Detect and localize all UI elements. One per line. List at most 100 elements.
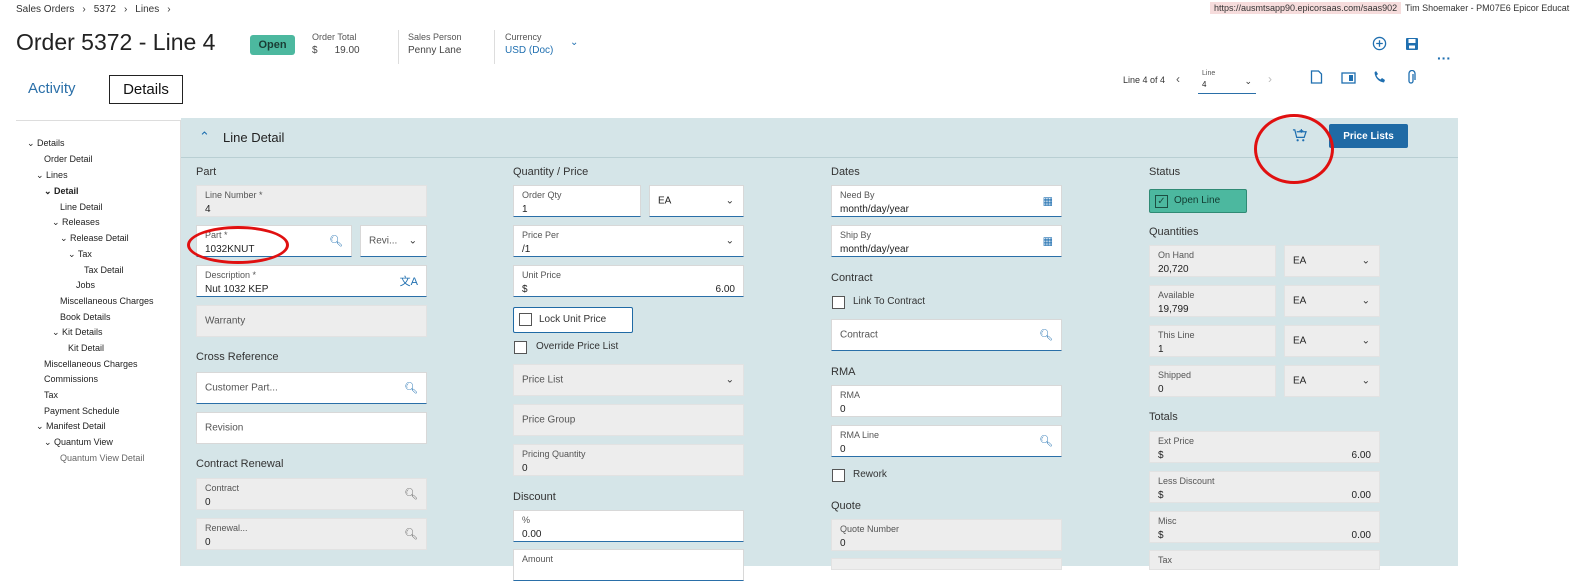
revision-field[interactable]: Revision <box>196 412 427 444</box>
ship-by-field[interactable]: Ship By month/day/year ▦ <box>831 225 1062 257</box>
translate-icon[interactable]: 文A <box>400 273 418 289</box>
panel-icon[interactable] <box>1341 71 1356 89</box>
revision-select[interactable]: Revi... ⌄ <box>360 225 427 257</box>
unit-price-field[interactable]: Unit Price $ 6.00 <box>513 265 744 297</box>
shipped-uom-select[interactable]: EA ⌄ <box>1284 365 1380 397</box>
tree-item-quantum-view-detail[interactable]: Quantum View Detail <box>60 453 144 463</box>
line-select[interactable]: Line 4 ⌄ <box>1198 68 1256 94</box>
quote-line-field[interactable] <box>831 558 1062 570</box>
quote-title: Quote <box>831 500 861 512</box>
add-icon[interactable] <box>1372 36 1387 56</box>
tree-item-releases[interactable]: ⌄ Releases <box>52 217 100 228</box>
tree-item-line-detail[interactable]: Line Detail <box>60 202 103 212</box>
tree-item-tax-2[interactable]: Tax <box>44 390 58 400</box>
save-icon[interactable] <box>1405 37 1419 56</box>
tab-details[interactable]: Details <box>109 75 183 104</box>
pricing-quantity-field[interactable]: Pricing Quantity 0 <box>513 444 744 476</box>
order-total-currency: $ <box>312 45 318 56</box>
calendar-icon[interactable]: ▦ <box>1043 195 1053 208</box>
collapse-icon[interactable]: ⌃ <box>199 129 210 145</box>
need-by-field[interactable]: Need By month/day/year ▦ <box>831 185 1062 217</box>
rework-checkbox[interactable] <box>832 469 845 482</box>
lock-unit-price-checkbox[interactable] <box>519 313 532 326</box>
renewal-field[interactable]: Renewal... 0 🔍︎ <box>196 518 427 550</box>
available-uom-select[interactable]: EA ⌄ <box>1284 285 1380 317</box>
shipped-field: Shipped 0 <box>1149 365 1276 397</box>
price-list-select[interactable]: Price List ⌄ <box>513 364 744 396</box>
currency[interactable]: Currency USD (Doc) <box>505 32 553 56</box>
link-to-contract-checkbox[interactable] <box>832 296 845 309</box>
search-icon[interactable]: 🔍︎ <box>1039 435 1053 448</box>
on-hand-uom-select[interactable]: EA ⌄ <box>1284 245 1380 277</box>
search-icon[interactable]: 🔍︎ <box>404 488 418 501</box>
prev-line-icon[interactable]: ‹ <box>1176 72 1180 86</box>
ship-by-value: month/day/year <box>840 244 909 255</box>
description-field[interactable]: Description * Nut 1032 KEP 文A <box>196 265 427 297</box>
tree-item-payment-schedule[interactable]: Payment Schedule <box>44 406 120 416</box>
chevron-down-icon: ⌄ <box>408 235 417 247</box>
line-number-field[interactable]: Line Number * 4 <box>196 185 427 217</box>
tree-item-misc-charges-2[interactable]: Miscellaneous Charges <box>44 359 138 369</box>
breadcrumb-lines[interactable]: Lines <box>135 4 159 15</box>
available-field: Available 19,799 <box>1149 285 1276 317</box>
tree-item-manifest-detail[interactable]: ⌄ Manifest Detail <box>36 421 106 432</box>
breadcrumb-order[interactable]: 5372 <box>94 4 116 15</box>
tree-item-kit-details[interactable]: ⌄ Kit Details <box>52 327 103 338</box>
ship-by-label: Ship By <box>840 230 872 240</box>
price-per-select[interactable]: Price Per /1 ⌄ <box>513 225 744 257</box>
rma-field[interactable]: RMA 0 <box>831 385 1062 417</box>
navigation-tree: ⌄ Details Order Detail ⌄ Lines ⌄ Detail … <box>16 120 181 566</box>
document-icon[interactable] <box>1310 70 1323 89</box>
misc-value: 0.00 <box>1351 530 1371 541</box>
tree-item-misc-charges[interactable]: Miscellaneous Charges <box>60 296 154 306</box>
tree-item-quantum-view[interactable]: ⌄ Quantum View <box>44 437 113 448</box>
next-line-icon[interactable]: › <box>1268 72 1272 86</box>
currency-label: Currency <box>505 32 542 42</box>
search-icon[interactable]: 🔍︎ <box>404 382 418 395</box>
lock-unit-price-toggle[interactable]: Lock Unit Price <box>513 307 633 333</box>
this-line-uom-select[interactable]: EA ⌄ <box>1284 325 1380 357</box>
tree-item-commissions[interactable]: Commissions <box>44 374 98 384</box>
tree-item-lines[interactable]: ⌄ Lines <box>36 170 68 181</box>
misc-label: Misc <box>1158 516 1177 526</box>
renewal-label: Renewal... <box>205 523 248 533</box>
search-icon[interactable]: 🔍︎ <box>1039 329 1053 342</box>
tree-item-kit-detail[interactable]: Kit Detail <box>68 343 104 353</box>
tree-item-details[interactable]: ⌄ Details <box>27 138 65 149</box>
contract-field[interactable]: Contract 🔍︎ <box>831 319 1062 351</box>
breadcrumb-sales-orders[interactable]: Sales Orders <box>16 4 74 15</box>
quote-number-field[interactable]: Quote Number 0 <box>831 519 1062 551</box>
tab-activity[interactable]: Activity <box>28 80 76 97</box>
search-icon[interactable]: 🔍︎ <box>329 235 343 248</box>
attachment-icon[interactable] <box>1406 69 1417 90</box>
breadcrumb: Sales Orders › 5372 › Lines › <box>16 4 171 15</box>
tree-item-detail[interactable]: ⌄ Detail <box>44 186 79 197</box>
tree-item-tax[interactable]: ⌄ Tax <box>68 249 92 260</box>
tree-item-order-detail[interactable]: Order Detail <box>44 154 93 164</box>
on-hand-value: 20,720 <box>1158 264 1189 275</box>
order-qty-field[interactable]: Order Qty 1 <box>513 185 641 217</box>
contract-title: Contract <box>831 272 873 284</box>
discount-percent-field[interactable]: % 0.00 <box>513 510 744 542</box>
discount-percent-value: 0.00 <box>522 529 542 540</box>
calendar-icon[interactable]: ▦ <box>1043 235 1053 248</box>
uom-select[interactable]: EA ⌄ <box>649 185 744 217</box>
customer-part-field[interactable]: Customer Part... 🔍︎ <box>196 372 427 404</box>
tree-item-jobs[interactable]: Jobs <box>76 280 95 290</box>
open-line-toggle[interactable]: ✓ Open Line <box>1149 189 1247 213</box>
price-group-field[interactable]: Price Group <box>513 404 744 436</box>
phone-icon[interactable] <box>1373 70 1387 89</box>
price-lists-button[interactable]: Price Lists <box>1329 124 1408 148</box>
tree-item-release-detail[interactable]: ⌄ Release Detail <box>60 233 129 244</box>
quantities-title: Quantities <box>1149 226 1199 238</box>
tree-item-book-details[interactable]: Book Details <box>60 312 111 322</box>
search-icon[interactable]: 🔍︎ <box>404 528 418 541</box>
override-price-list-checkbox[interactable] <box>514 341 527 354</box>
contract-renewal-field[interactable]: Contract 0 🔍︎ <box>196 478 427 510</box>
more-icon[interactable]: ··· <box>1437 50 1451 66</box>
tree-item-tax-detail[interactable]: Tax Detail <box>84 265 124 275</box>
discount-amount-field[interactable]: Amount <box>513 549 744 581</box>
warranty-field[interactable]: Warranty <box>196 305 427 337</box>
currency-chevron-icon[interactable]: ⌄ <box>570 37 578 48</box>
rma-line-field[interactable]: RMA Line 0 🔍︎ <box>831 425 1062 457</box>
